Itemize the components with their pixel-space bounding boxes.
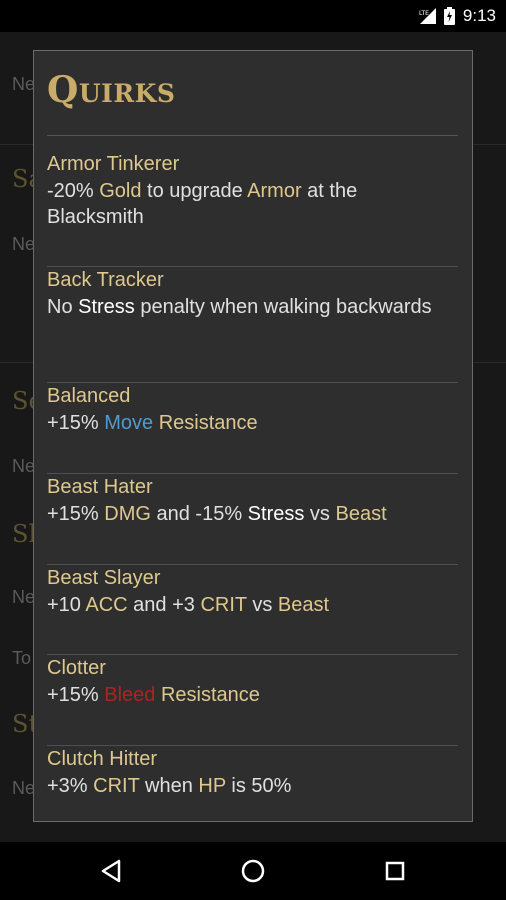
- recents-square-icon: [385, 861, 405, 881]
- quirk-name: Clotter: [47, 657, 106, 679]
- quirk-description-segment: is 50%: [225, 775, 292, 797]
- lte-signal-icon: LTE: [419, 8, 436, 24]
- quirk-description: -20% Gold to upgrade Armor at the Blacks…: [47, 178, 458, 230]
- quirk-description: No Stress penalty when walking backwards: [47, 294, 458, 320]
- quirk-description-segment: vs: [304, 503, 336, 525]
- quirk-description-segment: -20%: [47, 180, 100, 202]
- quirk-description-segment: Beast: [335, 503, 387, 525]
- quirk-item[interactable]: Balanced +15% Move Resistance: [47, 382, 458, 436]
- status-clock: 9:13: [462, 6, 496, 25]
- quirk-description-segment: +3%: [47, 775, 94, 797]
- home-button[interactable]: [238, 856, 268, 886]
- quirk-description-segment: and -15%: [150, 503, 248, 525]
- quirk-description-segment: Resistance: [153, 412, 258, 434]
- quirk-description-segment: Bleed: [104, 684, 156, 706]
- quirk-description-segment: Resistance: [155, 684, 260, 706]
- back-triangle-icon: [101, 859, 121, 883]
- quirk-description-segment: and +3: [127, 594, 201, 616]
- dialog-title: Quirks: [47, 69, 176, 111]
- quirk-description-segment: CRIT: [93, 775, 140, 797]
- svg-text:LTE: LTE: [419, 10, 429, 17]
- quirk-description-segment: vs: [246, 594, 278, 616]
- quirk-description-segment: +15%: [47, 503, 105, 525]
- quirk-description: +15% DMG and -15% Stress vs Beast: [47, 501, 458, 527]
- navigation-bar: [0, 842, 506, 900]
- quirk-name: Armor Tinkerer: [47, 153, 180, 175]
- quirk-name: Balanced: [47, 385, 131, 407]
- quirk-description: +15% Move Resistance: [47, 410, 458, 436]
- quirk-description-segment: Stress: [247, 503, 305, 525]
- quirk-item[interactable]: Beast Hater +15% DMG and -15% Stress vs B…: [47, 473, 458, 527]
- quirk-item[interactable]: Clutch Hitter +3% CRIT when HP is 50%: [47, 745, 458, 799]
- quirk-description-segment: CRIT: [200, 594, 247, 616]
- quirk-description-segment: when: [139, 775, 199, 797]
- battery-charging-icon: [443, 7, 455, 25]
- quirk-description-segment: +15%: [47, 684, 105, 706]
- quirks-dialog: Quirks Armor Tinkerer -20% Gold to upgrad…: [33, 50, 473, 822]
- quirk-item[interactable]: Back Tracker No Stress penalty when walki…: [47, 266, 458, 320]
- quirk-name: Back Tracker: [47, 269, 164, 291]
- quirk-description-segment: Beast: [277, 594, 330, 616]
- quirk-list[interactable]: Armor Tinkerer -20% Gold to upgrade Armor…: [34, 136, 472, 821]
- quirk-description: +3% CRIT when HP is 50%: [47, 773, 458, 799]
- quirk-item[interactable]: Beast Slayer +10 ACC and +3 CRIT vs Beast: [47, 564, 458, 618]
- quirk-description-segment: ACC: [85, 594, 128, 616]
- quirk-name: Beast Hater: [47, 476, 153, 498]
- quirk-description-segment: penalty when walking backwards: [134, 296, 432, 318]
- quirk-description-segment: +10: [47, 594, 86, 616]
- quirk-name: Clutch Hitter: [47, 748, 158, 770]
- status-bar: LTE 9:13: [0, 0, 506, 32]
- quirk-item[interactable]: Clotter +15% Bleed Resistance: [47, 654, 458, 708]
- home-circle-icon: [241, 859, 265, 883]
- quirk-description-segment: +15%: [47, 412, 105, 434]
- quirk-description: +10 ACC and +3 CRIT vs Beast: [47, 592, 458, 618]
- recents-button[interactable]: [380, 856, 410, 886]
- back-button[interactable]: [97, 856, 127, 886]
- quirk-description-segment: Stress: [78, 296, 135, 318]
- quirk-description-segment: Move: [104, 412, 154, 434]
- quirk-description: +15% Bleed Resistance: [47, 682, 458, 708]
- quirk-description-segment: to upgrade: [141, 180, 248, 202]
- quirk-item[interactable]: Armor Tinkerer -20% Gold to upgrade Armor…: [47, 150, 458, 230]
- quirk-description-segment: No: [47, 296, 79, 318]
- quirk-description-segment: DMG: [104, 503, 151, 525]
- quirk-description-segment: Armor: [247, 180, 302, 202]
- quirk-description-segment: Gold: [99, 180, 142, 202]
- quirk-description-segment: HP: [198, 775, 226, 797]
- quirk-name: Beast Slayer: [47, 567, 161, 589]
